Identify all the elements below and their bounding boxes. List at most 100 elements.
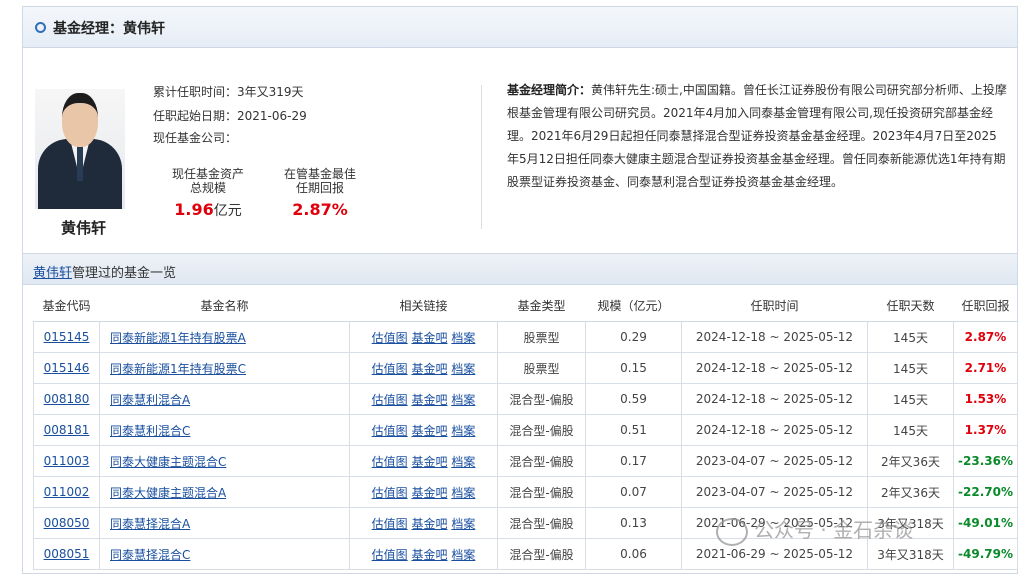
col-header-return: 任职回报 (953, 289, 1018, 322)
fund-code-link[interactable]: 008050 (44, 516, 90, 530)
fund-code-link[interactable]: 011002 (44, 485, 90, 499)
fund-profile-link[interactable]: 档案 (451, 393, 475, 407)
table-row: 015146 同泰新能源1年持有股票C 估值图 基金吧 档案 股票型 0.15 … (33, 352, 1018, 384)
fund-code-link[interactable]: 015146 (44, 361, 90, 375)
fund-size: 0.51 (585, 414, 682, 446)
best-label-line2: 任期回报 (295, 181, 344, 195)
manager-avatar (35, 89, 125, 209)
fund-type: 混合型-偏股 (497, 507, 586, 539)
fund-type: 股票型 (497, 321, 586, 353)
table-row: 011002 同泰大健康主题混合A 估值图 基金吧 档案 混合型-偏股 0.07… (33, 476, 1018, 508)
fund-name-link[interactable]: 同泰慧择混合C (110, 548, 190, 562)
table-row: 015145 同泰新能源1年持有股票A 估值图 基金吧 档案 股票型 0.29 … (33, 321, 1018, 353)
bio-label: 基金经理简介： (507, 83, 592, 97)
valuation-chart-link[interactable]: 估值图 (372, 548, 408, 562)
fund-name-link[interactable]: 同泰慧择混合A (110, 517, 190, 531)
tenure-return: 2.87% (953, 321, 1018, 353)
fund-size: 0.29 (585, 321, 682, 353)
fund-forum-link[interactable]: 基金吧 (411, 548, 447, 562)
aum-number: 1.96 (174, 200, 214, 219)
col-header-type: 基金类型 (497, 289, 586, 322)
col-header-code: 基金代码 (33, 289, 100, 322)
valuation-chart-link[interactable]: 估值图 (372, 424, 408, 438)
tenure-text: 累计任职时间：3年又319天 (153, 85, 304, 99)
valuation-chart-link[interactable]: 估值图 (372, 455, 408, 469)
fund-forum-link[interactable]: 基金吧 (411, 517, 447, 531)
table-row: 011003 同泰大健康主题混合C 估值图 基金吧 档案 混合型-偏股 0.17… (33, 445, 1018, 477)
aum-unit: 亿元 (213, 203, 242, 219)
best-return-value: 2.87% (275, 200, 365, 219)
fund-profile-link[interactable]: 档案 (451, 424, 475, 438)
best-return-number: 2.87% (292, 200, 348, 219)
start-date-text: 任职起始日期：2021-06-29 (153, 109, 307, 123)
valuation-chart-link[interactable]: 估值图 (372, 486, 408, 500)
col-header-size: 规模（亿元） (585, 289, 682, 322)
fund-forum-link[interactable]: 基金吧 (411, 424, 447, 438)
fund-name-link[interactable]: 同泰慧利混合A (110, 393, 190, 407)
managed-funds-header: 黄伟轩 管理过的基金一览 (23, 253, 1017, 285)
watermark: 公众号 · 金石杂谈 (716, 514, 913, 546)
fund-name-link[interactable]: 同泰新能源1年持有股票A (110, 331, 246, 345)
current-company-text: 现任基金公司： (153, 131, 238, 145)
fund-size: 0.06 (585, 538, 682, 570)
fund-type: 混合型-偏股 (497, 476, 586, 508)
section-title: 管理过的基金一览 (72, 266, 177, 281)
fund-forum-link[interactable]: 基金吧 (411, 393, 447, 407)
fund-name-link[interactable]: 同泰慧利混合C (110, 424, 190, 438)
fund-profile-link[interactable]: 档案 (451, 548, 475, 562)
fund-profile-link[interactable]: 档案 (451, 517, 475, 531)
col-header-days: 任职天数 (867, 289, 954, 322)
col-header-period: 任职时间 (681, 289, 868, 322)
fund-code-link[interactable]: 011003 (44, 454, 90, 468)
fund-code-link[interactable]: 008181 (44, 423, 90, 437)
tenure-period: 2024-12-18 ~ 2025-05-12 (681, 321, 868, 353)
valuation-chart-link[interactable]: 估值图 (372, 517, 408, 531)
valuation-chart-link[interactable]: 估值图 (372, 331, 408, 345)
divider (481, 85, 482, 229)
tenure-period: 2024-12-18 ~ 2025-05-12 (681, 383, 868, 415)
manager-name: 黄伟轩 (61, 219, 107, 237)
fund-profile-link[interactable]: 档案 (451, 362, 475, 376)
tenure-days: 145天 (867, 383, 954, 415)
fund-profile-link[interactable]: 档案 (451, 331, 475, 345)
manager-name-link[interactable]: 黄伟轩 (33, 262, 72, 281)
tenure-period: 2024-12-18 ~ 2025-05-12 (681, 352, 868, 384)
aum-label: 现任基金资产 总规模 (163, 167, 253, 195)
manager-bio: 基金经理简介：黄伟轩先生:硕士,中国国籍。曾任长江证券股份有限公司研究部分析师、… (507, 79, 1007, 194)
fund-code-link[interactable]: 008180 (44, 392, 90, 406)
tenure-days: 145天 (867, 321, 954, 353)
fund-type: 混合型-偏股 (497, 383, 586, 415)
col-header-links: 相关链接 (349, 289, 498, 322)
tenure-period: 2023-04-07 ~ 2025-05-12 (681, 476, 868, 508)
valuation-chart-link[interactable]: 估值图 (372, 393, 408, 407)
fund-size: 0.15 (585, 352, 682, 384)
fund-forum-link[interactable]: 基金吧 (411, 455, 447, 469)
wechat-icon (716, 517, 748, 546)
fund-profile-link[interactable]: 档案 (451, 455, 475, 469)
fund-code-link[interactable]: 015145 (44, 330, 90, 344)
valuation-chart-link[interactable]: 估值图 (372, 362, 408, 376)
fund-type: 股票型 (497, 352, 586, 384)
table-row: 008181 同泰慧利混合C 估值图 基金吧 档案 混合型-偏股 0.51 20… (33, 414, 1018, 446)
aum-label-line2: 总规模 (189, 181, 226, 195)
fund-profile-link[interactable]: 档案 (451, 486, 475, 500)
fund-forum-link[interactable]: 基金吧 (411, 362, 447, 376)
fund-name-link[interactable]: 同泰新能源1年持有股票C (110, 362, 246, 376)
panel-header: 基金经理：黄伟轩 (23, 7, 1017, 48)
fund-forum-link[interactable]: 基金吧 (411, 486, 447, 500)
tenure-days: 145天 (867, 414, 954, 446)
fund-code-link[interactable]: 008051 (44, 547, 90, 561)
tenure-days: 2年又36天 (867, 476, 954, 508)
aum-value: 1.96亿元 (163, 200, 253, 220)
page-title: 基金经理：黄伟轩 (53, 21, 165, 37)
tenure-period: 2024-12-18 ~ 2025-05-12 (681, 414, 868, 446)
fund-manager-panel: 基金经理：黄伟轩 黄伟轩 累计任职时间：3年又319天 任职起始日期：2021-… (22, 6, 1018, 574)
circle-bullet-icon (35, 22, 46, 33)
fund-size: 0.17 (585, 445, 682, 477)
fund-name-link[interactable]: 同泰大健康主题混合C (110, 455, 226, 469)
fund-name-link[interactable]: 同泰大健康主题混合A (110, 486, 226, 500)
table-row: 008180 同泰慧利混合A 估值图 基金吧 档案 混合型-偏股 0.59 20… (33, 383, 1018, 415)
fund-forum-link[interactable]: 基金吧 (411, 331, 447, 345)
fund-size: 0.59 (585, 383, 682, 415)
bio-text: 黄伟轩先生:硕士,中国国籍。曾任长江证券股份有限公司研究部分析师、上投摩根基金管… (507, 83, 1007, 189)
